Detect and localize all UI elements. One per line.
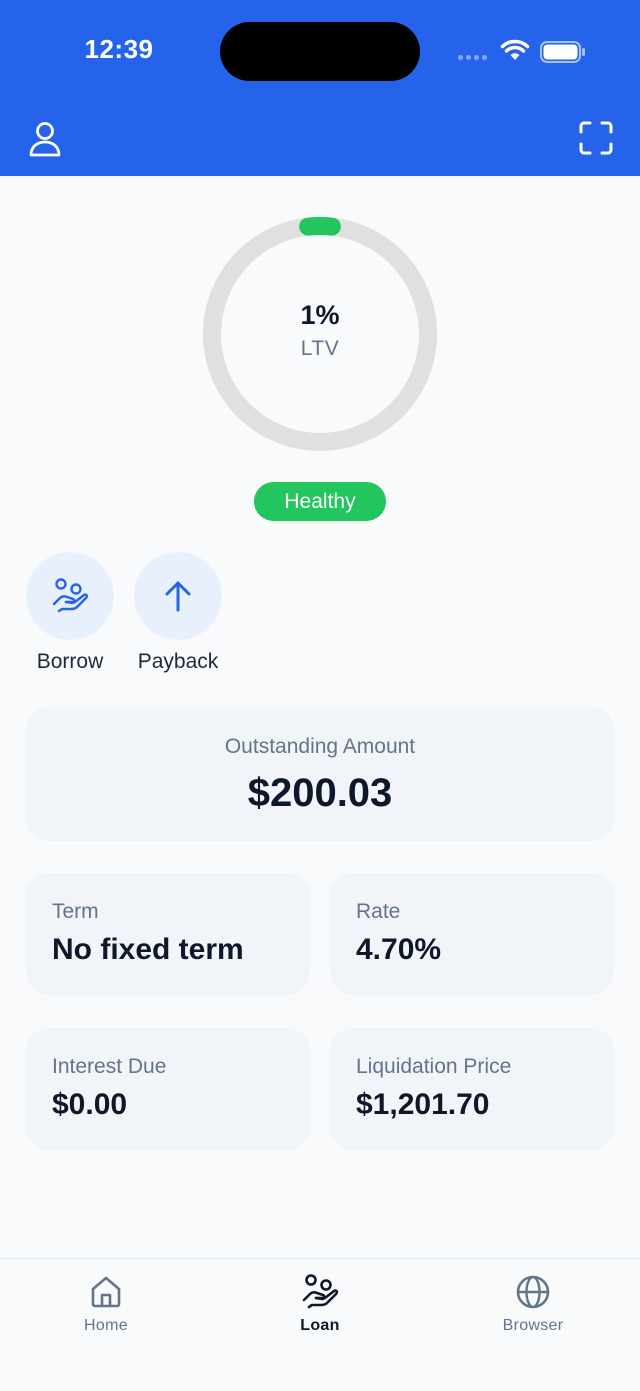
interest-due-label: Interest Due <box>52 1055 167 1078</box>
user-icon <box>29 122 61 157</box>
borrow-icon-circle[interactable] <box>26 552 114 640</box>
rate-value: 4.70% <box>356 933 442 966</box>
rate-label: Rate <box>356 900 401 923</box>
interest-due-card: Interest Due $0.00 <box>26 1028 310 1150</box>
status-time: 12:39 <box>84 34 154 64</box>
nav-label-loan: Loan <box>300 1317 340 1334</box>
globe-icon <box>516 1275 550 1309</box>
rate-card: Rate 4.70% <box>330 873 614 995</box>
scan-button[interactable] <box>572 114 620 162</box>
dynamic-island <box>220 22 420 81</box>
home-icon <box>91 1276 121 1308</box>
borrow-button[interactable]: Borrow <box>15 552 125 674</box>
liquidation-price-label: Liquidation Price <box>356 1055 512 1078</box>
payback-icon-circle[interactable] <box>134 552 222 640</box>
borrow-label: Borrow <box>36 650 104 673</box>
term-card: Term No fixed term <box>26 873 310 995</box>
term-value: No fixed term <box>52 933 244 966</box>
health-status-badge: Healthy <box>254 482 386 521</box>
outstanding-amount-value: $200.03 <box>247 771 393 815</box>
hand-coins-icon <box>302 1274 339 1309</box>
outstanding-amount-card: Outstanding Amount $200.03 <box>26 707 614 841</box>
app-header: 12:39 <box>0 0 640 176</box>
outstanding-amount-label: Outstanding Amount <box>224 735 416 758</box>
liquidation-price-value: $1,201.70 <box>356 1088 490 1121</box>
interest-due-value: $0.00 <box>52 1088 128 1121</box>
nav-label-browser: Browser <box>502 1317 564 1334</box>
cellular-signal-icon <box>458 55 487 60</box>
bottom-nav: Home Loan Browser <box>0 1258 640 1391</box>
term-label: Term <box>52 900 99 923</box>
liquidation-price-card: Liquidation Price $1,201.70 <box>330 1028 614 1150</box>
battery-icon <box>540 41 585 63</box>
ltv-value: 1% <box>300 300 340 330</box>
ltv-gauge <box>203 217 437 451</box>
payback-label: Payback <box>137 650 219 673</box>
arrow-up-icon <box>165 581 191 612</box>
hand-coins-icon <box>52 578 89 613</box>
payback-button[interactable]: Payback <box>123 552 233 674</box>
ltv-gauge-fill <box>299 217 341 236</box>
profile-button[interactable] <box>22 116 68 162</box>
nav-tab-browser[interactable]: Browser <box>468 1271 598 1335</box>
nav-label-home: Home <box>84 1317 128 1334</box>
wifi-icon <box>500 39 530 60</box>
ltv-gauge-track <box>203 217 437 451</box>
nav-tab-loan[interactable]: Loan <box>255 1271 385 1335</box>
ltv-label: LTV <box>300 337 340 360</box>
scan-icon <box>579 121 613 155</box>
nav-tab-home[interactable]: Home <box>41 1271 171 1335</box>
